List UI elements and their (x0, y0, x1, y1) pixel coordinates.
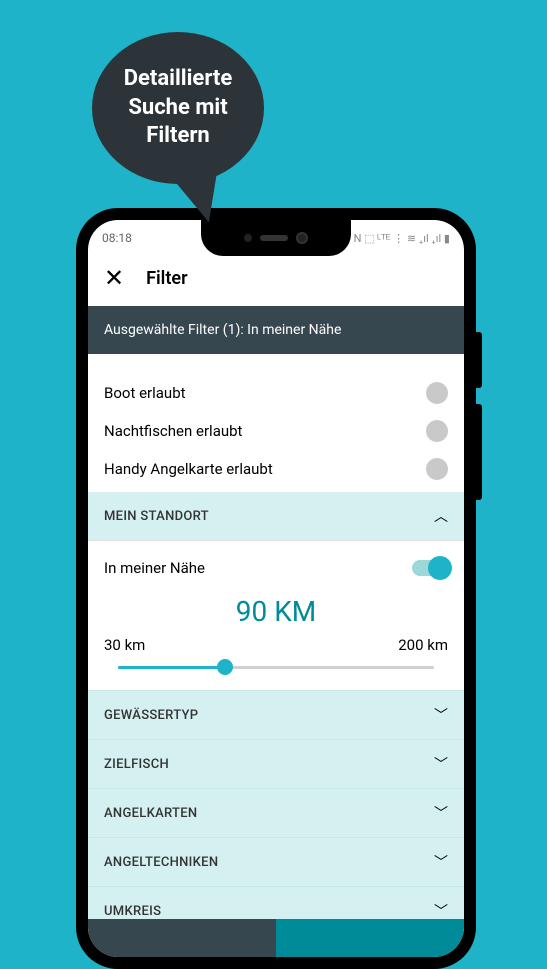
filter-option-label: Boot erlaubt (104, 384, 186, 402)
phone-frame: 08:18 N ⬚ ᴸᵀᴱ ⋮ ≋ ₊ıl ₊ıl ▮ ✕ Filter Aus… (76, 208, 476, 969)
near-me-toggle-row: In meiner Nähe (104, 559, 448, 577)
slider-labels: 30 km 200 km (104, 636, 448, 654)
radio-icon (426, 458, 448, 480)
status-icons: N ⬚ ᴸᵀᴱ ⋮ ≋ ₊ıl ₊ıl ▮ (354, 232, 450, 245)
section-title: GEWÄSSERTYP (104, 708, 198, 723)
reset-button[interactable] (88, 919, 276, 957)
radio-icon (426, 420, 448, 442)
selected-filters-bar: Ausgewählte Filter (1): In meiner Nähe (88, 306, 464, 354)
near-me-toggle[interactable] (412, 560, 448, 576)
phone-hw-button-2 (476, 404, 482, 500)
section-title: MEIN STANDORT (104, 509, 209, 524)
filter-option-mobile-card[interactable]: Handy Angelkarte erlaubt (104, 450, 448, 488)
filter-option-label: Handy Angelkarte erlaubt (104, 460, 273, 478)
section-header-techniques[interactable]: ANGELTECHNIKEN ﹀ (88, 837, 464, 886)
section-title: ZIELFISCH (104, 757, 169, 772)
slider-max-label: 200 km (398, 636, 448, 654)
filter-option-label: Nachtfischen erlaubt (104, 422, 242, 440)
filter-options-group: Boot erlaubt Nachtfischen erlaubt Handy … (88, 354, 464, 492)
search-button[interactable] (276, 919, 464, 957)
slider-thumb (217, 659, 233, 675)
chevron-down-icon: ﹀ (434, 901, 448, 921)
page-title: Filter (146, 268, 187, 289)
app-header: ✕ Filter (88, 256, 464, 306)
close-icon[interactable]: ✕ (104, 266, 124, 290)
distance-value: 90 KM (104, 595, 448, 628)
toggle-label: In meiner Nähe (104, 559, 205, 577)
slider-fill (118, 666, 225, 669)
selected-filters-text: Ausgewählte Filter (1): In meiner Nähe (104, 322, 341, 338)
location-section-content: In meiner Nähe 90 KM 30 km 200 km (88, 541, 464, 690)
section-header-location[interactable]: MEIN STANDORT ︿ (88, 492, 464, 541)
phone-hw-button-1 (476, 332, 482, 388)
section-header-target-fish[interactable]: ZIELFISCH ﹀ (88, 739, 464, 788)
promo-bubble: Detaillierte Suche mit Filtern (92, 32, 264, 184)
section-title: ANGELKARTEN (104, 806, 197, 821)
phone-screen: 08:18 N ⬚ ᴸᵀᴱ ⋮ ≋ ₊ıl ₊ıl ▮ ✕ Filter Aus… (88, 220, 464, 957)
radio-icon (426, 382, 448, 404)
notch-camera (296, 232, 308, 244)
promo-text: Detaillierte Suche mit Filtern (92, 55, 264, 161)
section-title: ANGELTECHNIKEN (104, 855, 218, 870)
notch-speaker (260, 235, 288, 241)
notch (201, 220, 351, 256)
bottom-action-bar (88, 919, 464, 957)
chevron-down-icon: ﹀ (434, 705, 448, 725)
notch-sensor (244, 234, 252, 242)
section-title: UMKREIS (104, 904, 161, 919)
chevron-down-icon: ﹀ (434, 803, 448, 823)
section-header-fishing-cards[interactable]: ANGELKARTEN ﹀ (88, 788, 464, 837)
toggle-knob (428, 556, 452, 580)
distance-slider[interactable] (118, 658, 434, 678)
chevron-down-icon: ﹀ (434, 852, 448, 872)
filter-option-nightfishing[interactable]: Nachtfischen erlaubt (104, 412, 448, 450)
section-header-water-type[interactable]: GEWÄSSERTYP ﹀ (88, 690, 464, 739)
chevron-up-icon: ︿ (434, 506, 448, 526)
chevron-down-icon: ﹀ (434, 754, 448, 774)
slider-min-label: 30 km (104, 636, 145, 654)
filter-option-boat[interactable]: Boot erlaubt (104, 374, 448, 412)
